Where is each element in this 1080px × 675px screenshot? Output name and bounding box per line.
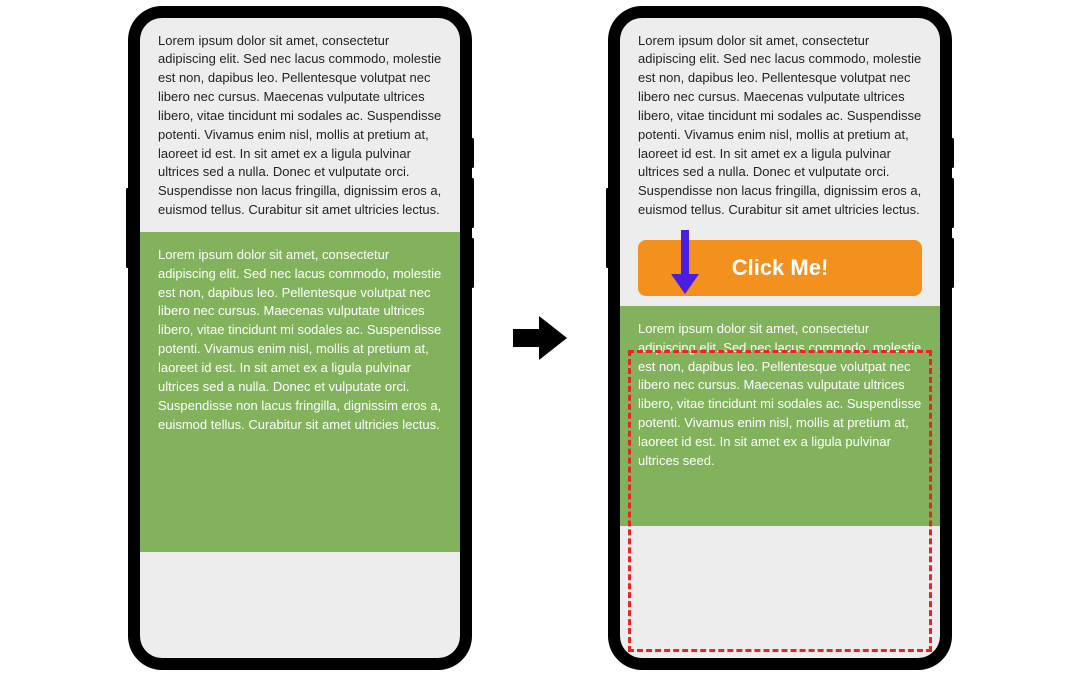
down-arrow-icon [674,230,696,300]
content-top: Lorem ipsum dolor sit amet, consectetur … [638,32,922,220]
screen-before: Lorem ipsum dolor sit amet, consectetur … [140,18,460,658]
click-me-label: Click Me! [732,255,829,281]
phone-before: Lorem ipsum dolor sit amet, consectetur … [130,8,470,668]
transition-arrow-icon [510,316,570,360]
content-top: Lorem ipsum dolor sit amet, consectetur … [158,32,442,220]
screen-after: Lorem ipsum dolor sit amet, consectetur … [620,18,940,658]
content-bottom: Lorem ipsum dolor sit amet, consectetur … [638,320,922,471]
click-me-button[interactable]: Click Me! [638,240,922,296]
phone-after: Lorem ipsum dolor sit amet, consectetur … [610,8,950,668]
content-bottom: Lorem ipsum dolor sit amet, consectetur … [158,246,442,434]
